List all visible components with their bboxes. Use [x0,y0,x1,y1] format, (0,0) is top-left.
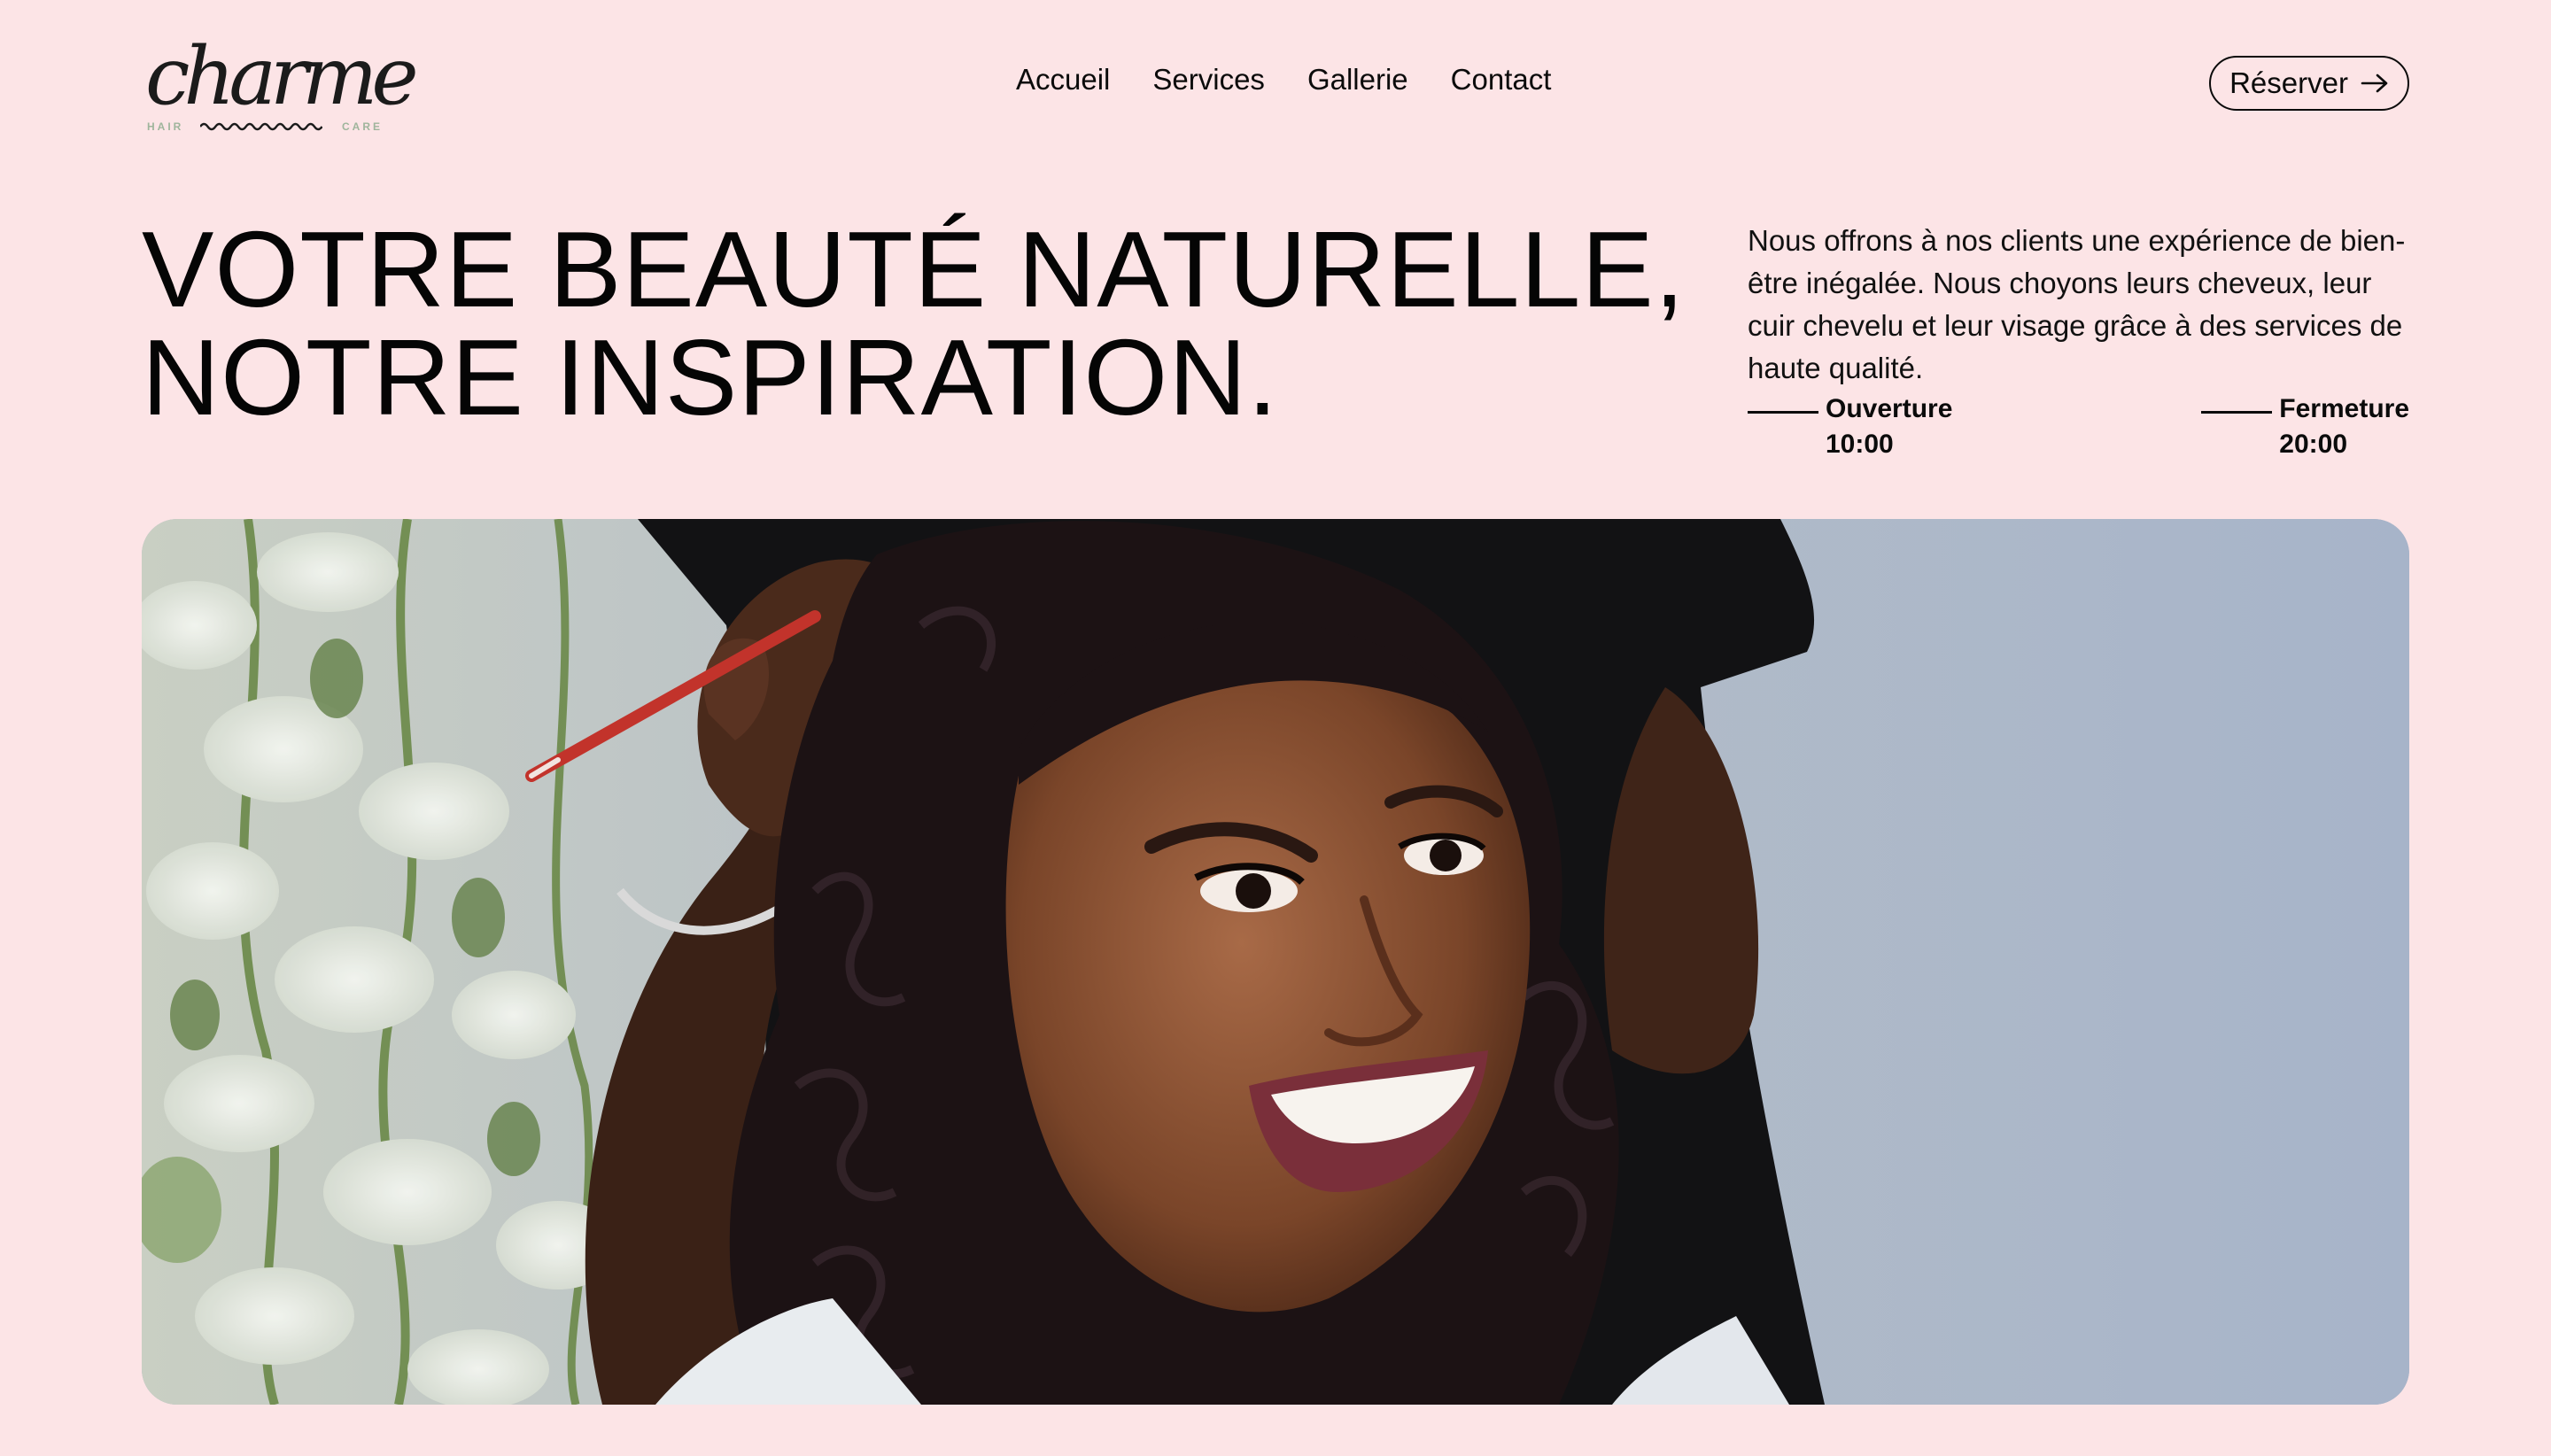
hero-title-line-1: VOTRE BEAUTÉ NATURELLE, [142,209,1686,329]
nav-link-contact[interactable]: Contact [1451,62,1552,97]
closing-time: Fermeture 20:00 [2201,391,2409,462]
opening-time: Ouverture 10:00 [1748,391,1952,462]
reserve-button[interactable]: Réserver [2209,56,2409,111]
wave-icon [200,122,322,131]
hero-photo [142,519,2409,1405]
nav-link-accueil[interactable]: Accueil [1016,62,1110,97]
hero-intro-text: Nous offrons à nos clients une expérienc… [1748,224,2406,384]
site-header: charme HAIR CARE Accueil Services Galler… [142,35,2409,135]
closing-label: Fermeture [2279,394,2409,423]
closing-time-value: 20:00 [2279,430,2348,459]
opening-label: Ouverture [1826,394,1953,423]
logo-tagline-right: CARE [341,120,383,133]
logo-tagline: HAIR CARE [147,119,383,135]
reserve-button-label: Réserver [2229,66,2348,99]
brand-logo[interactable]: charme HAIR CARE [145,35,419,135]
opening-hours: Ouverture 10:00 Fermeture 20:00 [1748,391,2409,462]
divider-line [2201,411,2273,414]
main-nav: Accueil Services Gallerie Contact [1016,62,1551,97]
logo-wordmark: charme [145,30,419,123]
arrow-right-icon [2361,74,2388,93]
nav-link-services[interactable]: Services [1152,62,1265,97]
divider-line [1748,411,1818,414]
opening-time-value: 10:00 [1826,430,1894,459]
hero-title: VOTRE BEAUTÉ NATURELLE, NOTRE INSPIRATIO… [142,215,1701,431]
hero-photo-illustration [142,519,2409,1405]
logo-tagline-left: HAIR [147,120,184,133]
hero-title-line-2: NOTRE INSPIRATION. [142,317,1279,438]
nav-link-gallerie[interactable]: Gallerie [1307,62,1408,97]
